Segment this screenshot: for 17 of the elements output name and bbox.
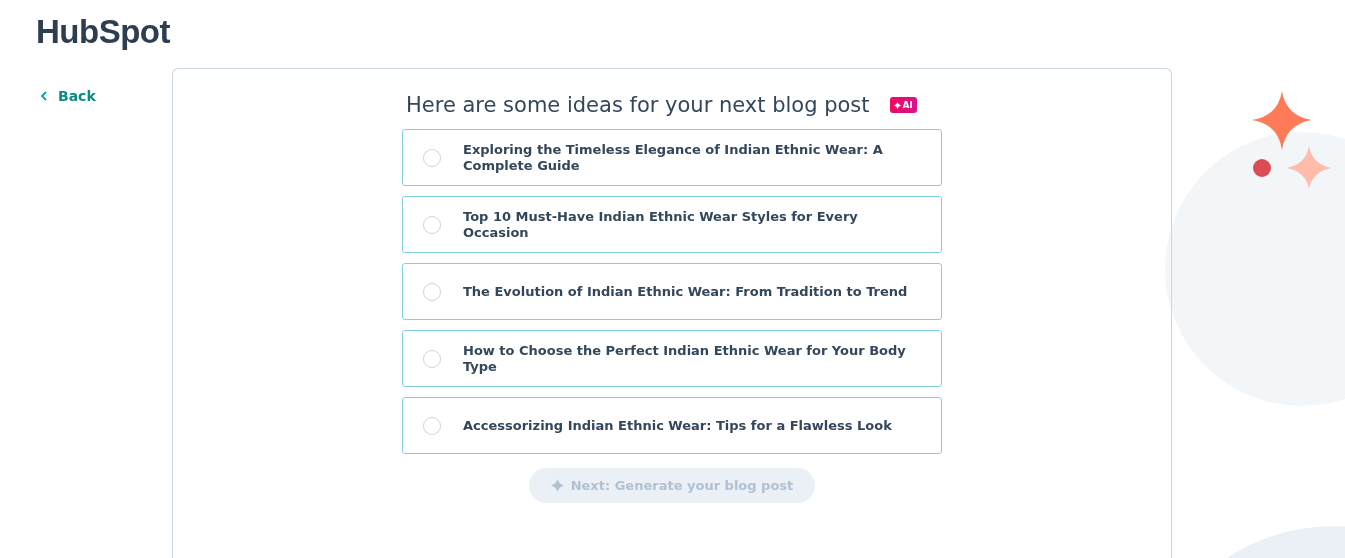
sparkle-icon (550, 479, 564, 492)
idea-title: Exploring the Timeless Elegance of Indian Ethnic Wear: A Complete Guide (463, 141, 884, 174)
back-link[interactable]: Back (40, 88, 96, 104)
hubspot-logo: HubSpot (36, 13, 170, 51)
idea-option[interactable]: How to Choose the Perfect Indian Ethnic Wear for Your Body Type (402, 330, 942, 387)
sparkle-icon (893, 101, 901, 109)
badge-label: AI (902, 100, 913, 110)
idea-option[interactable]: Accessorizing Indian Ethnic Wear: Tips for a Flawless Look (402, 397, 942, 454)
idea-option[interactable]: Exploring the Timeless Elegance of Indian Ethnic Wear: A Complete Guide (402, 129, 942, 186)
idea-option[interactable]: Top 10 Must-Have Indian Ethnic Wear Styles for Every Occasion (402, 196, 942, 253)
page-heading: Here are some ideas for your next blog post (406, 93, 870, 117)
idea-title: The Evolution of Indian Ethnic Wear: From Tradition to Trend (463, 283, 908, 300)
idea-title: Top 10 Must-Have Indian Ethnic Wear Styles for Every Occasion (463, 208, 859, 241)
idea-option[interactable]: The Evolution of Indian Ethnic Wear: From Tradition to Trend (402, 263, 942, 320)
idea-title: Accessorizing Indian Ethnic Wear: Tips for a Flawless Look (463, 417, 892, 434)
idea-title: How to Choose the Perfect Indian Ethnic Wear for Your Body Type (463, 342, 907, 375)
chevron-left-icon (40, 91, 48, 101)
